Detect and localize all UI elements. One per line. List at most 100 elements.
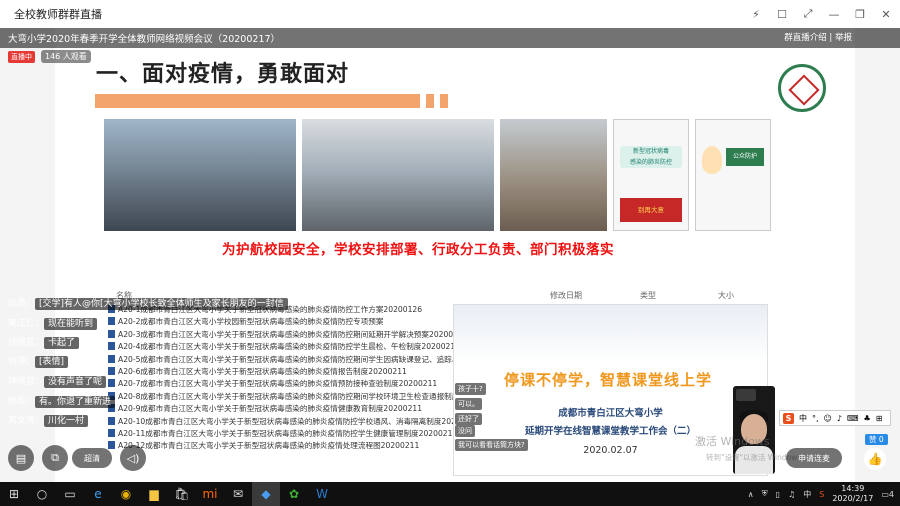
title-bar: 全校教师群群直播 ⚡ ☐ ⤢ — ❐ ✕ — [0, 0, 900, 28]
report-link[interactable]: 举报 — [835, 33, 852, 43]
close-icon[interactable]: ✕ — [880, 8, 892, 21]
file-row: A20-7成都市青白江区大弯小学关于新型冠状病毒感染的肺炎疫情预防接种查验制度2… — [108, 378, 458, 390]
meeting-actions: 群直播介绍 | 举报 — [784, 33, 852, 43]
chat-text: 卡起了 — [44, 337, 80, 349]
file-row: A20-3成都市青白江区大弯小学关于新型冠状病毒感染的肺炎疫情防控期间延期开学解… — [108, 329, 458, 341]
file-row: A20-6成都市青白江区大弯小学关于新型冠状病毒感染的肺炎疫情报告制度20200… — [108, 366, 458, 378]
meeting-photo — [104, 119, 296, 231]
underline-block — [426, 94, 434, 108]
chrome-icon[interactable]: ◉ — [112, 482, 140, 506]
video-banner — [454, 305, 767, 363]
poster-line: 新型冠状病毒 — [632, 148, 669, 155]
praise-count: 赞 0 — [865, 434, 888, 445]
chat-user[interactable]: 向勇 — [8, 299, 26, 309]
emoji-icon[interactable]: ☺ — [824, 414, 832, 423]
keyboard-icon[interactable]: ⌨ — [847, 414, 859, 423]
mi-icon[interactable]: mi — [196, 482, 224, 506]
window-title: 全校教师群群直播 — [14, 8, 102, 21]
input-lang[interactable]: 中 — [803, 489, 811, 500]
punctuation-icon[interactable]: °, — [812, 414, 819, 423]
chat-user[interactable]: 杨华 — [8, 397, 26, 407]
clock[interactable]: 14:39 2020/2/17 — [832, 484, 873, 504]
share-screen-icon[interactable]: ⧉ — [42, 445, 68, 471]
phone-screenshot: 公众防护 — [695, 119, 771, 231]
restore-icon[interactable]: ❐ — [854, 8, 866, 21]
video-chat-message: 可以。 — [455, 398, 482, 410]
intro-link[interactable]: 群直播介绍 — [784, 33, 827, 43]
heading-underline — [95, 94, 420, 108]
notification-icon[interactable]: ▭4 — [881, 490, 894, 499]
chat-user[interactable]: 黄江仁 — [8, 319, 35, 329]
poster-line: 公众防护 — [726, 148, 764, 166]
col-type: 类型 — [640, 291, 656, 300]
activation-watermark: 激活 Windows — [695, 435, 770, 448]
chat-text: 现在能听到 — [44, 318, 98, 330]
skin-icon[interactable]: ♣ — [864, 414, 871, 423]
like-button[interactable]: 👍 — [864, 448, 886, 470]
video-chat-message: 我可以看看话筒方块? — [455, 439, 528, 451]
chat-toggle-icon[interactable]: ▤ — [8, 445, 34, 471]
quality-button[interactable]: 超清 — [72, 448, 112, 468]
ime-lang[interactable]: 中 — [799, 413, 807, 424]
chat-message: 黄文亮： 川化一村 — [8, 413, 89, 427]
live-stream-view: 大弯小学2020年春季开学全体教师网络视频会议（20200217） 群直播介绍 … — [0, 28, 900, 482]
window-controls: ⚡ ☐ ⤢ — ❐ ✕ — [750, 0, 892, 28]
file-row: A20-5成都市青白江区大弯小学关于新型冠状病毒感染的肺炎疫情防控期间学生因病缺… — [108, 354, 458, 366]
store-icon[interactable]: 🛍 — [168, 482, 196, 506]
chat-user[interactable]: 钟佩芸 — [8, 377, 35, 387]
search-icon[interactable]: ○ — [28, 482, 56, 506]
live-app-icon[interactable]: ◆ — [252, 482, 280, 506]
voice-icon[interactable]: ♪ — [837, 414, 842, 423]
underline-block — [440, 94, 448, 108]
boost-icon[interactable]: ⚡ — [750, 8, 762, 21]
network-icon[interactable]: ▯ — [776, 490, 780, 499]
col-date: 修改日期 — [550, 291, 582, 300]
phone-screenshot: 新型冠状病毒 感染的肺炎防控 别再大意 — [613, 119, 689, 231]
chat-text: 川化一村 — [44, 415, 89, 427]
live-status: 直播中 146 人观看 — [8, 50, 91, 63]
file-row: A20-11成都市青白江区大弯小学关于新型冠状病毒感染的肺炎疫情防控学生健康管理… — [108, 428, 458, 440]
tools-icon[interactable]: ⊞ — [876, 414, 883, 423]
sogou-tray-icon[interactable]: S — [819, 490, 824, 499]
live-badge: 直播中 — [8, 50, 35, 63]
task-view-icon[interactable]: ▭ — [56, 482, 84, 506]
chat-user[interactable]: 钟佩芸 — [8, 338, 35, 348]
fullscreen-icon[interactable]: ⤢ — [802, 7, 814, 21]
chat-message: 何萍： [表情] — [8, 354, 69, 368]
minimize-icon[interactable]: — — [828, 8, 840, 21]
file-row: A20-9成都市青白江区大弯小学关于新型冠状病毒感染的肺炎疫情健康教育制度202… — [108, 403, 458, 415]
system-tray: ∧ ⛨ ▯ ♫ 中 S 14:39 2020/2/17 ▭4 — [748, 482, 900, 506]
file-row: A20-8成都市青白江区大弯小学关于新型冠状病毒感染的肺炎疫情防控期间学校环境卫… — [108, 391, 458, 403]
tray-chevron-icon[interactable]: ∧ — [748, 490, 754, 499]
chat-message: 杨华： 有。你退了重新进 — [8, 394, 116, 408]
sogou-icon[interactable]: S — [783, 412, 794, 424]
clinic-photo — [500, 119, 607, 231]
chat-message: 向勇： [交学]有人@你[大弯小学校长致全体师生及家长朋友的一封信 — [8, 296, 288, 310]
viewer-count: 146 人观看 — [41, 50, 91, 63]
slide-caption: 为护航校园安全，学校安排部署、行政分工负责、部门积极落实 — [222, 242, 614, 258]
chat-text: 没有声音了呢 — [44, 376, 107, 388]
connect-mic-button[interactable]: 申请连麦 — [786, 448, 842, 468]
video-title: 停课不停学，智慧课堂线上学 — [504, 371, 713, 389]
wechat-icon[interactable]: ✿ — [280, 482, 308, 506]
windows-start-icon[interactable]: ⊞ — [0, 482, 28, 506]
chat-text: 有。你退了重新进 — [35, 396, 116, 408]
volume-icon[interactable]: ◁) — [120, 445, 146, 471]
chat-user[interactable]: 黄文亮 — [8, 416, 35, 426]
layout-icon[interactable]: ☐ — [776, 8, 788, 21]
notification-count: 4 — [888, 489, 894, 499]
meeting-bar: 大弯小学2020年春季开学全体教师网络视频会议（20200217） 群直播介绍 … — [0, 28, 900, 48]
office-app-icon[interactable]: W — [308, 482, 336, 506]
edge-browser-icon[interactable]: e — [84, 482, 112, 506]
col-size: 大小 — [718, 291, 734, 300]
chat-message: 黄江仁： 现在能听到 — [8, 316, 98, 330]
chat-text: [表情] — [35, 356, 69, 368]
speaker-icon[interactable]: ♫ — [788, 490, 795, 499]
windows-taskbar: ⊞ ○ ▭ e ◉ ▆ 🛍 mi ✉ ◆ ✿ W ∧ ⛨ ▯ ♫ 中 S 14:… — [0, 482, 900, 506]
classroom-photo — [302, 119, 494, 231]
file-explorer-icon[interactable]: ▆ — [140, 482, 168, 506]
shield-icon[interactable]: ⛨ — [762, 489, 768, 499]
mail-icon[interactable]: ✉ — [224, 482, 252, 506]
file-row: A20-2成都市青白江区大弯小学校园新型冠状病毒感染的肺炎疫情防控专项预案 — [108, 316, 458, 328]
chat-user[interactable]: 何萍 — [8, 357, 26, 367]
